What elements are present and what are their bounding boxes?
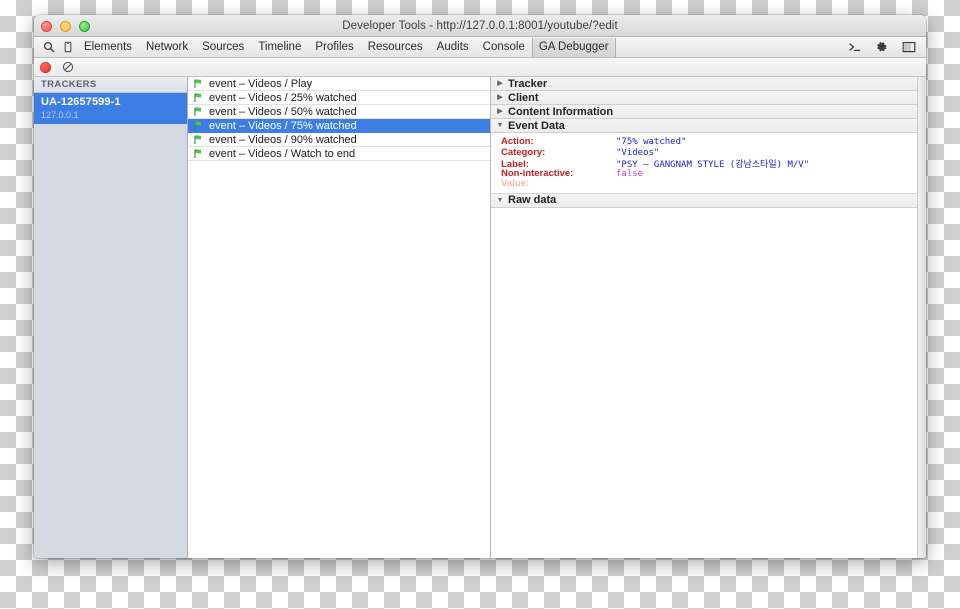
minimize-button[interactable] bbox=[60, 20, 71, 32]
detail-content: ▶ Tracker ▶ Client ▶ Content Information… bbox=[491, 77, 917, 558]
hit-list: event – Videos / Play event – Videos / 2… bbox=[188, 77, 491, 558]
section-tracker[interactable]: ▶ Tracker bbox=[491, 77, 917, 91]
list-item[interactable]: event – Videos / Watch to end bbox=[188, 147, 490, 161]
detail-scrollbar[interactable] bbox=[917, 77, 926, 558]
green-flag-icon bbox=[193, 134, 204, 145]
section-title: Content Information bbox=[508, 105, 614, 118]
devtools-tab-bar: Elements Network Sources Timeline Profil… bbox=[34, 37, 926, 58]
tab-sources[interactable]: Sources bbox=[195, 38, 251, 57]
field-key: Category: bbox=[501, 146, 546, 158]
chevron-right-icon: ▶ bbox=[497, 108, 503, 115]
section-title: Event Data bbox=[508, 119, 565, 132]
clear-button[interactable] bbox=[61, 61, 74, 74]
event-data-row: Action: "75% watched" bbox=[491, 136, 917, 147]
window-controls bbox=[41, 15, 90, 37]
list-item[interactable]: event – Videos / Play bbox=[188, 77, 490, 91]
field-value: "75% watched" bbox=[616, 137, 687, 147]
close-button[interactable] bbox=[41, 20, 52, 32]
sidebar-item-tracker[interactable]: UA-12657599-1 127.0.0.1 bbox=[34, 93, 187, 124]
tab-network[interactable]: Network bbox=[139, 38, 195, 57]
list-item-label: event – Videos / Watch to end bbox=[209, 147, 356, 160]
console-prompt-icon[interactable] bbox=[845, 38, 864, 57]
section-content-information[interactable]: ▶ Content Information bbox=[491, 105, 917, 119]
event-data-row: Label: "PSY – GANGNAM STYLE (강남스타일) M/V" bbox=[491, 157, 917, 170]
section-event-data[interactable]: ▼ Event Data bbox=[491, 119, 917, 133]
section-title: Tracker bbox=[508, 77, 548, 90]
chevron-down-icon: ▼ bbox=[496, 122, 504, 129]
tracker-host: 127.0.0.1 bbox=[41, 109, 79, 120]
event-data-body: Action: "75% watched" Category: "Videos"… bbox=[491, 133, 917, 194]
green-flag-icon bbox=[193, 92, 204, 103]
trackers-sidebar: TRACKERS UA-12657599-1 127.0.0.1 bbox=[34, 77, 188, 558]
chevron-right-icon: ▶ bbox=[497, 80, 503, 87]
maximize-button[interactable] bbox=[79, 20, 90, 32]
toolbar-right-icons bbox=[845, 38, 922, 57]
field-key: Non-interactive: bbox=[501, 167, 574, 179]
list-item[interactable]: event – Videos / 25% watched bbox=[188, 91, 490, 105]
main-panes: TRACKERS UA-12657599-1 127.0.0.1 event –… bbox=[34, 77, 926, 558]
list-item-label: event – Videos / 25% watched bbox=[209, 91, 357, 104]
trackers-header: TRACKERS bbox=[34, 77, 187, 93]
dock-layout-icon[interactable] bbox=[899, 38, 918, 57]
green-flag-icon bbox=[193, 148, 204, 159]
field-key: Value: bbox=[501, 178, 529, 189]
window-title: Developer Tools - http://127.0.0.1:8001/… bbox=[342, 19, 618, 32]
green-flag-icon bbox=[193, 106, 204, 117]
green-flag-icon bbox=[193, 78, 204, 89]
device-mode-icon[interactable] bbox=[58, 38, 77, 57]
section-title: Client bbox=[508, 91, 539, 104]
field-value: "PSY – GANGNAM STYLE (강남스타일) M/V" bbox=[616, 160, 810, 170]
field-key: Action: bbox=[501, 136, 534, 147]
chevron-down-icon: ▼ bbox=[496, 196, 504, 204]
settings-gear-icon[interactable] bbox=[872, 38, 891, 57]
ga-debugger-toolbar bbox=[34, 58, 926, 77]
list-item[interactable]: event – Videos / 90% watched bbox=[188, 133, 490, 147]
tab-console[interactable]: Console bbox=[476, 38, 532, 57]
search-icon[interactable] bbox=[39, 38, 58, 57]
list-item-selected[interactable]: event – Videos / 75% watched bbox=[188, 119, 490, 133]
section-title: Raw data bbox=[508, 194, 557, 206]
developer-tools-window: Developer Tools - http://127.0.0.1:8001/… bbox=[34, 15, 926, 558]
list-item-label: event – Videos / 90% watched bbox=[209, 133, 357, 146]
tab-timeline[interactable]: Timeline bbox=[251, 38, 308, 57]
detail-scroll-area: ▶ Tracker ▶ Client ▶ Content Information… bbox=[491, 77, 926, 558]
record-button[interactable] bbox=[40, 61, 51, 73]
tab-profiles[interactable]: Profiles bbox=[308, 38, 360, 57]
event-data-row: Category: "Videos" bbox=[491, 147, 917, 158]
title-bar: Developer Tools - http://127.0.0.1:8001/… bbox=[34, 15, 926, 37]
list-item[interactable]: event – Videos / 50% watched bbox=[188, 105, 490, 119]
hit-detail-pane: ▶ Tracker ▶ Client ▶ Content Information… bbox=[491, 77, 926, 558]
tab-audits[interactable]: Audits bbox=[430, 38, 476, 57]
list-item-label: event – Videos / 50% watched bbox=[209, 105, 357, 118]
list-item-label: event – Videos / 75% watched bbox=[209, 119, 357, 132]
tab-ga-debugger[interactable]: GA Debugger bbox=[531, 37, 616, 57]
event-data-row: Value: bbox=[491, 178, 917, 189]
field-value: false bbox=[616, 168, 644, 179]
list-item-label: event – Videos / Play bbox=[209, 77, 313, 90]
tab-elements[interactable]: Elements bbox=[77, 38, 139, 57]
chevron-right-icon: ▶ bbox=[497, 94, 503, 101]
green-flag-icon bbox=[193, 120, 204, 131]
section-client[interactable]: ▶ Client bbox=[491, 91, 917, 105]
tracker-id: UA-12657599-1 bbox=[41, 96, 121, 108]
field-value: "Videos" bbox=[616, 147, 660, 158]
section-raw-data[interactable]: ▼ Raw data bbox=[491, 193, 917, 208]
tab-resources[interactable]: Resources bbox=[361, 38, 430, 57]
